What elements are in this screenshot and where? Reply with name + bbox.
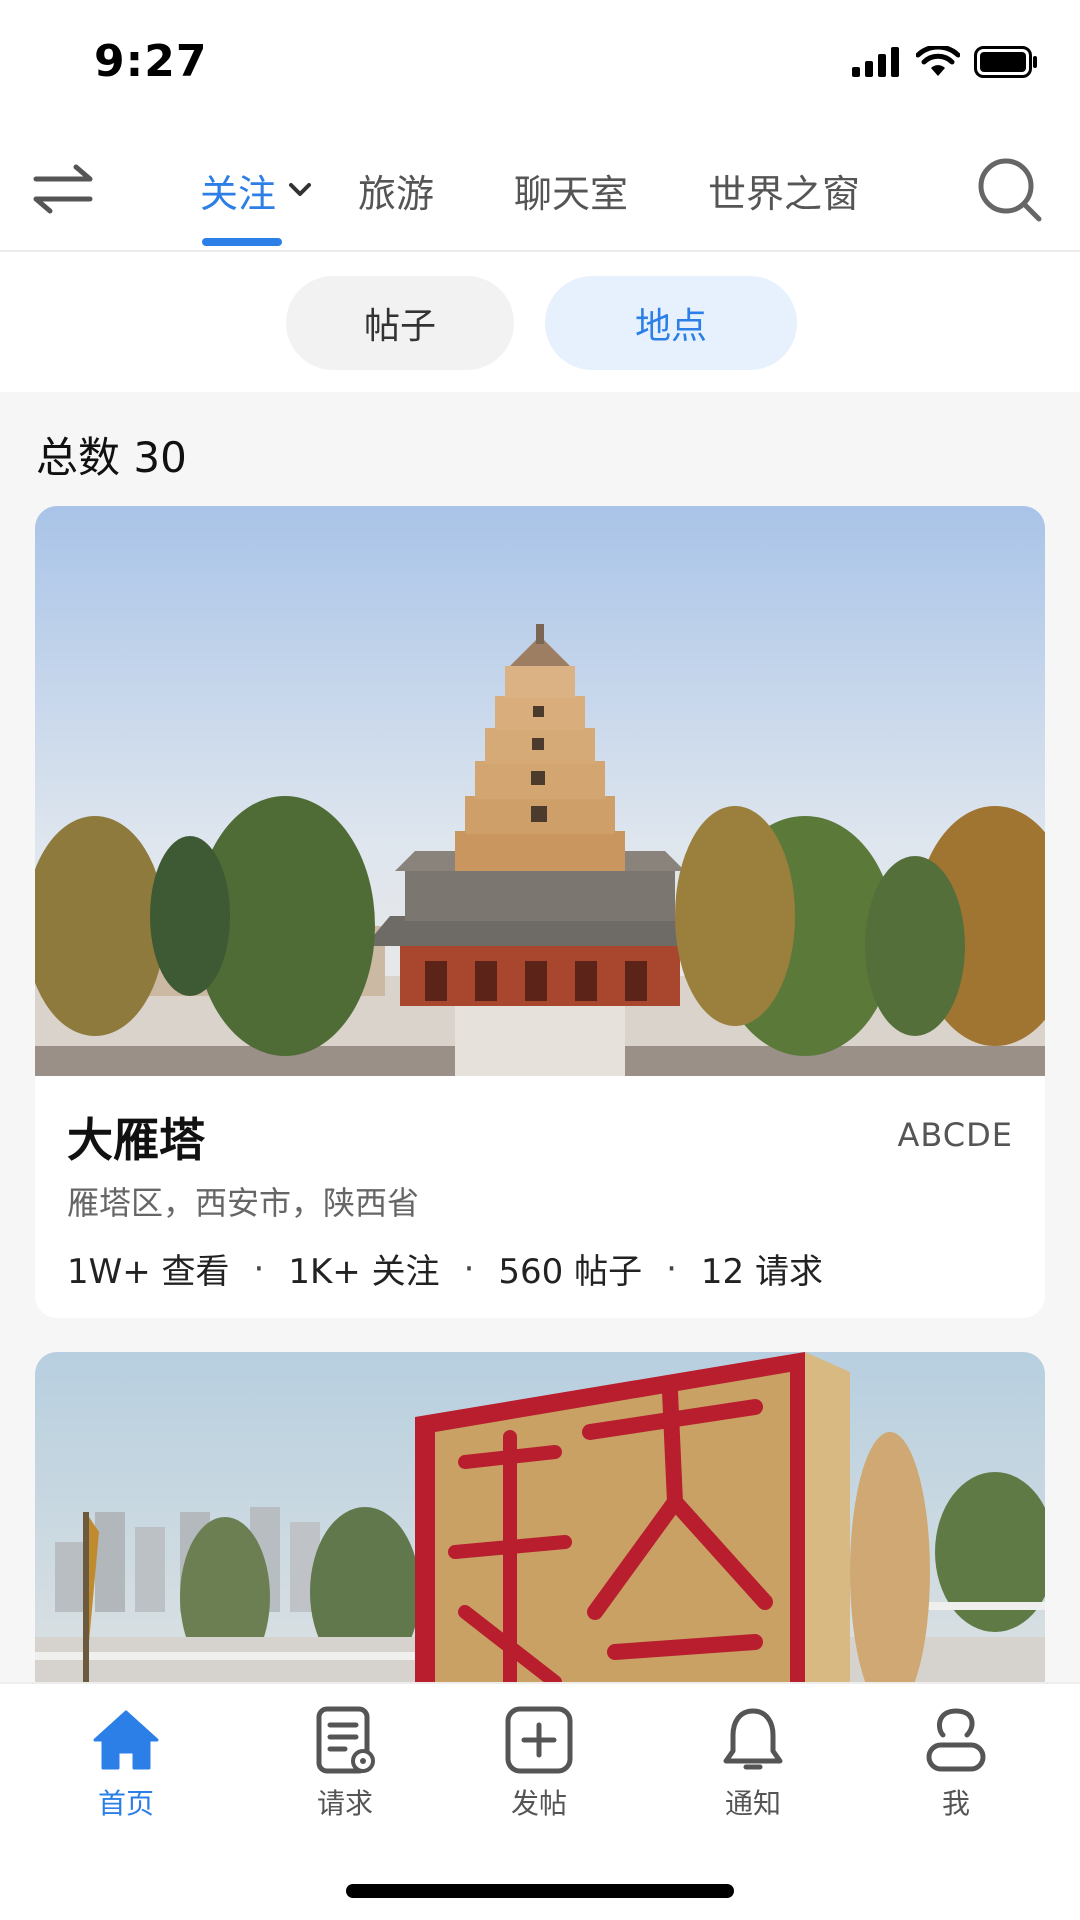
tab-following[interactable]: 关注 bbox=[200, 130, 314, 250]
user-icon bbox=[920, 1704, 992, 1776]
switch-button[interactable] bbox=[30, 158, 96, 224]
home-icon bbox=[90, 1704, 162, 1776]
place-stats: 1W+ 查看 · 1K+ 关注 · 560 帖子 · 12 请求 bbox=[67, 1244, 823, 1293]
separator-dot: · bbox=[463, 1248, 475, 1289]
nav-label: 首页 bbox=[97, 1787, 154, 1820]
filter-places-button[interactable]: 地点 bbox=[545, 276, 797, 370]
tab-chatroom[interactable]: 聊天室 bbox=[514, 130, 628, 250]
nav-label: 通知 bbox=[724, 1787, 781, 1820]
search-icon bbox=[976, 156, 1044, 228]
tab-travel[interactable]: 旅游 bbox=[358, 130, 434, 250]
nav-new-post[interactable]: 发帖 bbox=[479, 1704, 599, 1822]
nav-notifications[interactable]: 通知 bbox=[693, 1704, 813, 1822]
tab-label: 旅游 bbox=[358, 171, 435, 216]
status-bar: 9:27 bbox=[0, 0, 1080, 130]
tab-window-of-world[interactable]: 世界之窗 bbox=[708, 130, 860, 250]
nav-label: 发帖 bbox=[510, 1787, 567, 1820]
nav-label: 我 bbox=[941, 1787, 970, 1820]
battery-icon bbox=[974, 46, 1038, 82]
place-name: 大雁塔 bbox=[67, 1113, 205, 1167]
request-icon bbox=[309, 1704, 381, 1776]
separator-dot: · bbox=[253, 1248, 265, 1289]
views-count: 1W+ 查看 bbox=[67, 1252, 230, 1292]
bell-icon bbox=[717, 1704, 789, 1776]
tab-label: 聊天室 bbox=[514, 171, 629, 216]
place-tag: ABCDE bbox=[897, 1116, 1013, 1154]
filter-toggle: 帖子 地点 bbox=[0, 252, 1080, 392]
place-card[interactable]: 大雁塔 ABCDE 雁塔区，西安市，陕西省 1W+ 查看 · 1K+ 关注 · … bbox=[35, 506, 1045, 1318]
tab-label: 世界之窗 bbox=[708, 171, 861, 216]
requests-count: 12 请求 bbox=[700, 1252, 823, 1292]
status-icons bbox=[852, 44, 1038, 82]
filter-posts-button[interactable]: 帖子 bbox=[286, 276, 514, 370]
place-address: 雁塔区，西安市，陕西省 bbox=[67, 1184, 420, 1222]
nav-home[interactable]: 首页 bbox=[66, 1704, 186, 1822]
nav-label: 请求 bbox=[316, 1787, 373, 1820]
place-photo bbox=[35, 506, 1045, 1076]
place-card[interactable] bbox=[35, 1352, 1045, 1712]
nav-profile[interactable]: 我 bbox=[896, 1704, 1016, 1822]
add-post-icon bbox=[503, 1704, 575, 1776]
nav-requests[interactable]: 请求 bbox=[285, 1704, 405, 1822]
tab-label: 关注 bbox=[200, 171, 277, 216]
status-time: 9:27 bbox=[94, 36, 208, 87]
place-photo bbox=[35, 1352, 1045, 1712]
active-tab-indicator bbox=[202, 238, 282, 246]
separator-dot: · bbox=[666, 1248, 677, 1289]
wifi-icon bbox=[915, 44, 961, 82]
posts-count: 560 帖子 bbox=[498, 1252, 643, 1292]
total-count: 总数 30 bbox=[36, 433, 187, 482]
top-nav: 关注 旅游 聊天室 世界之窗 bbox=[0, 130, 1080, 252]
screen: 9:27 关注 旅游 聊天室 世界之窗 帖子 地点 总数 30 大雁塔 ABCD… bbox=[0, 0, 1080, 1920]
search-button[interactable] bbox=[974, 156, 1046, 228]
chevron-down-icon[interactable] bbox=[286, 176, 314, 204]
signal-icon bbox=[852, 47, 902, 81]
home-indicator[interactable] bbox=[346, 1884, 734, 1898]
follows-count: 1K+ 关注 bbox=[288, 1252, 440, 1292]
swap-arrows-icon bbox=[32, 161, 94, 221]
tab-bar: 关注 旅游 聊天室 世界之窗 bbox=[200, 130, 940, 250]
